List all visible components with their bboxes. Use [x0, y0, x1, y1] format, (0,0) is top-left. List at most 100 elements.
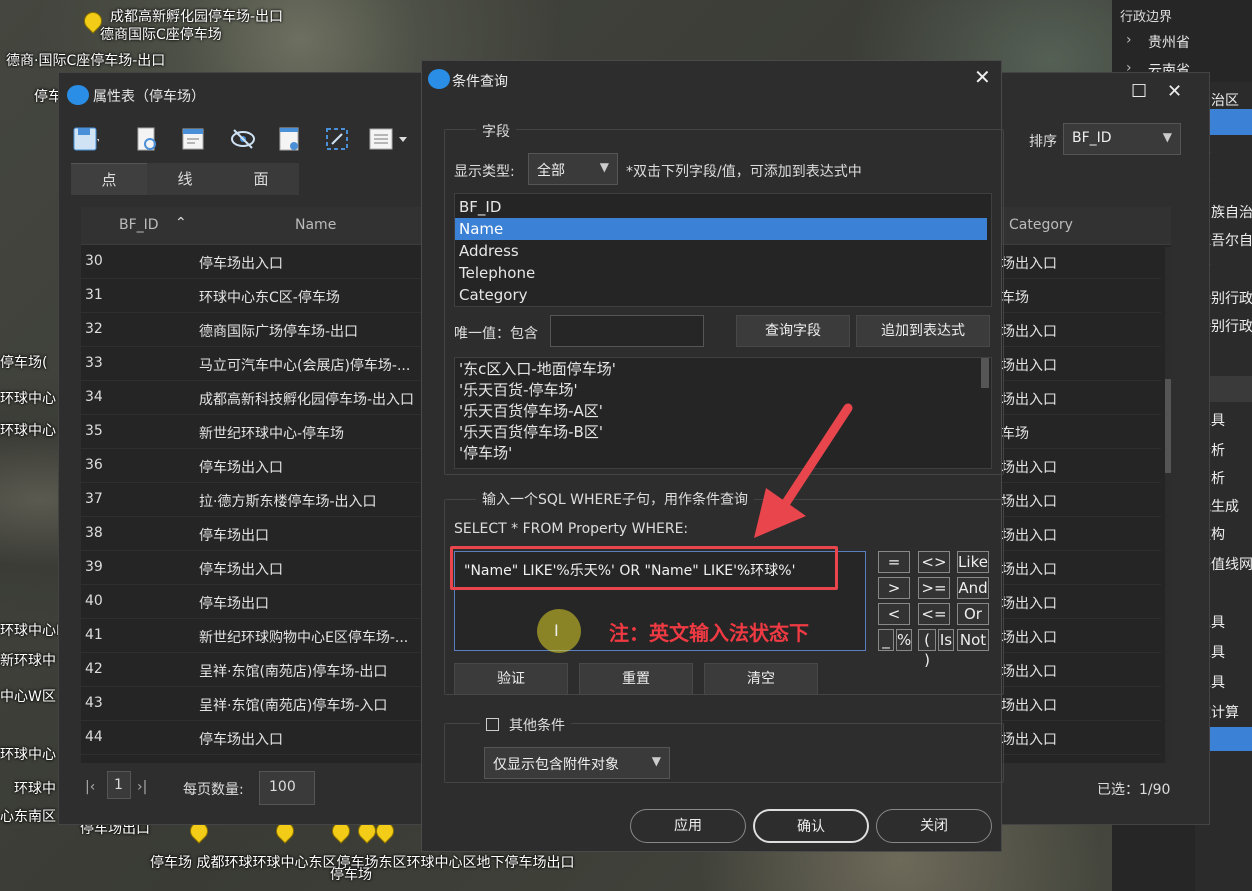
cell-name: 停车场出入口 [199, 460, 283, 476]
maximize-icon[interactable]: ☐ [1131, 81, 1147, 102]
map-pin-icon[interactable] [276, 822, 292, 846]
unique-value-input[interactable] [550, 315, 704, 347]
other-condition-label: 其他条件 [509, 718, 565, 734]
op-equal-button[interactable]: = [878, 551, 910, 573]
field-item[interactable]: Address [459, 240, 519, 262]
op-percent-button[interactable]: % [896, 629, 912, 651]
cell-bfid: 40 [85, 593, 103, 609]
apply-button[interactable]: 应用 [630, 809, 746, 843]
op-less-equal-button[interactable]: <= [918, 603, 950, 625]
op-less-button[interactable]: < [878, 603, 910, 625]
tree-item-guizhou[interactable]: › 贵州省 [1126, 32, 1190, 52]
sort-select[interactable]: BF_ID ▼ [1063, 123, 1181, 155]
field-item[interactable]: BF_ID [459, 196, 501, 218]
hide-icon[interactable] [229, 125, 257, 153]
map-pin-icon[interactable] [84, 12, 100, 36]
close-icon[interactable]: ✕ [1167, 81, 1182, 102]
annotation-note: 注：英文输入法状态下 [609, 621, 809, 645]
column-header-category[interactable]: Category [1009, 217, 1073, 233]
value-item[interactable]: '乐天百货停车场-A区' [459, 400, 603, 422]
field-list[interactable]: BF_ID Name Address Telephone Category [454, 193, 992, 307]
cell-name: 呈祥·东馆(南苑店)停车场-入口 [199, 698, 388, 714]
cell-category: 场出入口 [1001, 528, 1057, 544]
zoom-to-icon[interactable] [323, 125, 351, 153]
attachment-filter-value: 仅显示包含附件对象 [493, 757, 619, 773]
chevron-down-icon: ▼ [1162, 130, 1172, 144]
op-and-button[interactable]: And [957, 577, 989, 599]
cell-category: 车场 [1001, 290, 1029, 306]
page-number[interactable]: 1 [107, 771, 131, 799]
close-button[interactable]: 关闭 [876, 809, 992, 843]
map-pin-icon[interactable] [358, 822, 374, 846]
op-greater-button[interactable]: > [878, 577, 910, 599]
scrollbar-thumb[interactable] [981, 358, 989, 388]
cell-bfid: 39 [85, 559, 103, 575]
scrollbar-thumb[interactable] [1165, 379, 1171, 473]
field-item[interactable]: Telephone [459, 262, 535, 284]
text-cursor-icon: I [554, 621, 559, 640]
last-page-icon[interactable]: ›| [137, 779, 147, 795]
op-not-button[interactable]: Not [957, 629, 989, 651]
cell-category: 场出入口 [1001, 494, 1057, 510]
cell-name: 环球中心东C区-停车场 [199, 290, 340, 306]
op-notequal-button[interactable]: <> [918, 551, 950, 573]
map-label: 德商国际C座停车场 [100, 27, 222, 43]
reset-button[interactable]: 重置 [579, 663, 693, 695]
vertical-scrollbar[interactable] [1165, 247, 1171, 763]
cell-name: 德商国际广场停车场-出口 [199, 324, 359, 340]
cell-bfid: 36 [85, 457, 103, 473]
cell-category: 场出入口 [1001, 562, 1057, 578]
layer-panel-title: 行政边界 [1120, 10, 1173, 25]
save-icon[interactable] [71, 125, 99, 153]
app-logo-icon [67, 85, 89, 105]
clear-button[interactable]: 清空 [704, 663, 818, 695]
export-icon[interactable] [275, 125, 303, 153]
per-page-input[interactable]: 100 [259, 771, 315, 805]
chevron-right-icon: › [1126, 32, 1132, 48]
other-condition-row[interactable]: 其他条件 [480, 715, 571, 735]
op-underscore-button[interactable]: _ [878, 629, 894, 651]
map-pin-icon[interactable] [376, 822, 392, 846]
cell-category: 车场 [1001, 426, 1029, 442]
op-parens-button[interactable]: ( ) [918, 629, 936, 669]
other-condition-checkbox[interactable] [486, 718, 499, 731]
field-item[interactable]: Category [459, 284, 528, 306]
column-header-name[interactable]: Name [295, 217, 336, 233]
value-list[interactable]: '东c区入口-地面停车场' '乐天百货-停车场' '乐天百货停车场-A区' '乐… [454, 357, 992, 469]
close-icon[interactable]: ✕ [974, 65, 991, 89]
display-type-select[interactable]: 全部 ▼ [528, 153, 618, 185]
cell-bfid: 35 [85, 423, 103, 439]
field-item-selected[interactable]: Name [455, 218, 987, 240]
value-item[interactable]: '停车场' [459, 442, 512, 464]
op-or-button[interactable]: Or [957, 603, 989, 625]
tab-line[interactable]: 线 [147, 163, 223, 195]
confirm-button[interactable]: 确认 [753, 809, 869, 843]
edit-table-icon[interactable] [179, 125, 207, 153]
map-pin-icon[interactable] [332, 822, 348, 846]
op-greater-equal-button[interactable]: >= [918, 577, 950, 599]
value-item[interactable]: '乐天百货停车场-B区' [459, 421, 603, 443]
query-field-button[interactable]: 查询字段 [736, 315, 850, 347]
value-item[interactable]: '东c区入口-地面停车场' [459, 358, 616, 380]
value-item[interactable]: '乐天百货-停车场' [459, 379, 578, 401]
sort-asc-icon[interactable]: ⌃ [175, 215, 187, 231]
op-like-button[interactable]: Like [957, 551, 989, 573]
window-title: 属性表（停车场） [93, 89, 205, 105]
cell-name: 拉·德方斯东楼停车场-出入口 [199, 494, 377, 510]
map-pin-icon[interactable] [190, 822, 206, 846]
tab-polygon[interactable]: 面 [223, 163, 299, 195]
find-icon[interactable] [133, 125, 161, 153]
verify-button[interactable]: 验证 [454, 663, 568, 695]
op-is-button[interactable]: Is [938, 629, 954, 651]
map-label: 中心W区 [0, 689, 56, 705]
cell-category: 场出入口 [1001, 732, 1057, 748]
first-page-icon[interactable]: |‹ [85, 779, 95, 795]
sort-label: 排序 [1029, 134, 1057, 150]
cell-name: 停车场出入口 [199, 256, 283, 272]
tab-point[interactable]: 点 [71, 163, 147, 195]
append-expression-button[interactable]: 追加到表达式 [856, 315, 990, 347]
table-options-icon[interactable] [367, 125, 411, 153]
cell-name: 新世纪环球中心-停车场 [199, 426, 345, 442]
column-header-bfid[interactable]: BF_ID [119, 217, 159, 233]
attachment-filter-select[interactable]: 仅显示包含附件对象 ▼ [484, 747, 670, 779]
